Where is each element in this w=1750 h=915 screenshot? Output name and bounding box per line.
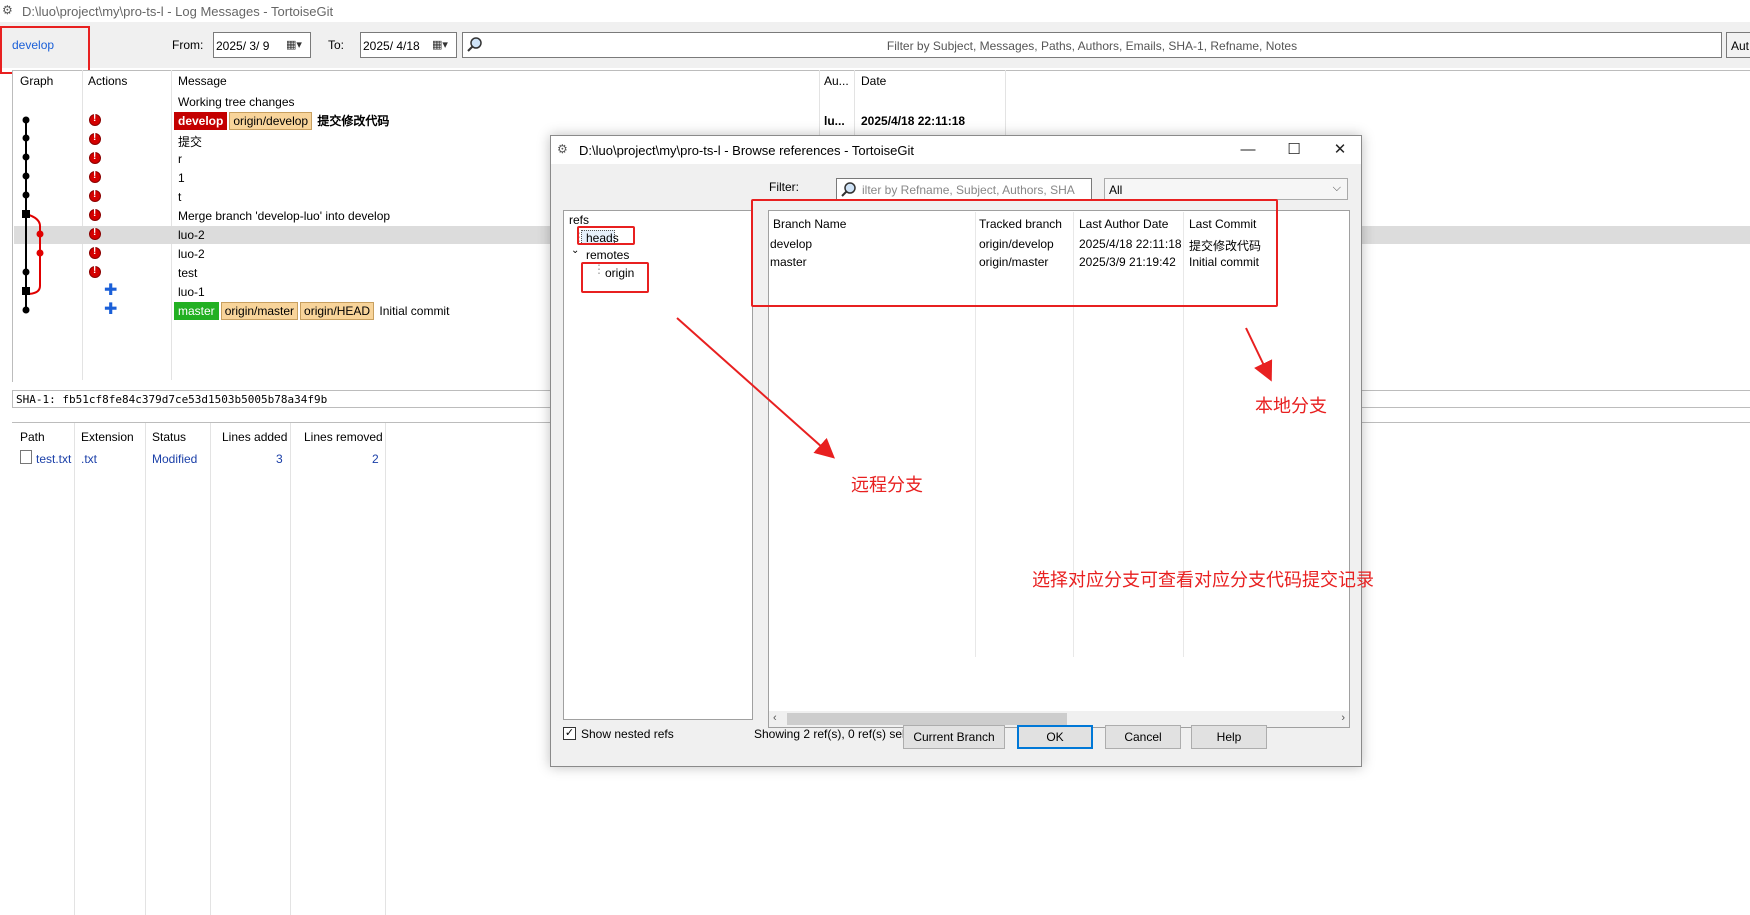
annotation-remote-branch: 远程分支 <box>851 475 923 495</box>
annotation-local-branch: 本地分支 <box>1255 396 1327 416</box>
annotation-hint: 选择对应分支可查看对应分支代码提交记录 <box>1032 570 1374 590</box>
annotation-arrows <box>676 317 1273 459</box>
